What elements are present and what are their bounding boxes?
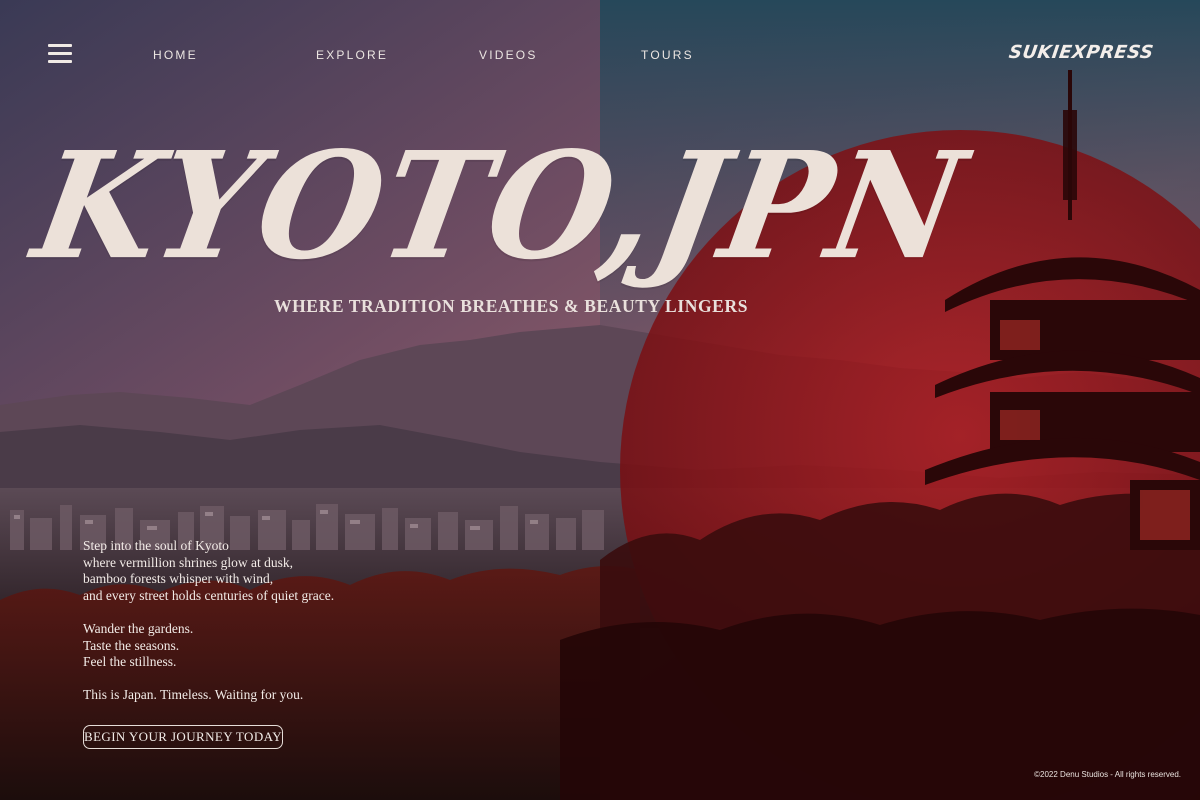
hero-title: KYOTO,JPN [22, 120, 978, 293]
intro-closing: This is Japan. Timeless. Waiting for you… [83, 687, 304, 703]
nav-home-link[interactable]: HOME [153, 48, 198, 62]
intro-line: bamboo forests whisper with wind, [83, 571, 274, 587]
top-navigation: HOME EXPLORE VIDEOS TOURS SUKIEXPRESS [0, 0, 1200, 110]
nav-explore-link[interactable]: EXPLORE [316, 48, 388, 62]
hero-subtitle: WHERE TRADITION BREATHES & BEAUTY LINGER… [274, 296, 749, 316]
nav-tours-link[interactable]: TOURS [641, 48, 694, 62]
copyright-notice: ©2022 Denu Studios - All rights reserved… [1034, 770, 1181, 779]
begin-journey-button[interactable]: BEGIN YOUR JOURNEY TODAY [83, 725, 283, 749]
intro-copy: Step into the soul of Kyoto where vermil… [83, 538, 443, 704]
intro-line: Feel the stillness. [83, 654, 177, 670]
intro-line: Wander the gardens. [83, 620, 194, 636]
intro-line: where vermillion shrines glow at dusk, [83, 554, 293, 570]
intro-line: Step into the soul of Kyoto [83, 538, 229, 553]
hamburger-menu-icon[interactable] [48, 44, 72, 64]
menu-bar [48, 52, 72, 55]
intro-line: Taste the seasons. [83, 637, 180, 653]
brand-logo[interactable]: SUKIEXPRESS [1008, 42, 1155, 63]
menu-bar [48, 60, 72, 63]
menu-bar [48, 44, 72, 47]
intro-line: and every street holds centuries of quie… [83, 587, 335, 603]
nav-videos-link[interactable]: VIDEOS [479, 48, 538, 62]
